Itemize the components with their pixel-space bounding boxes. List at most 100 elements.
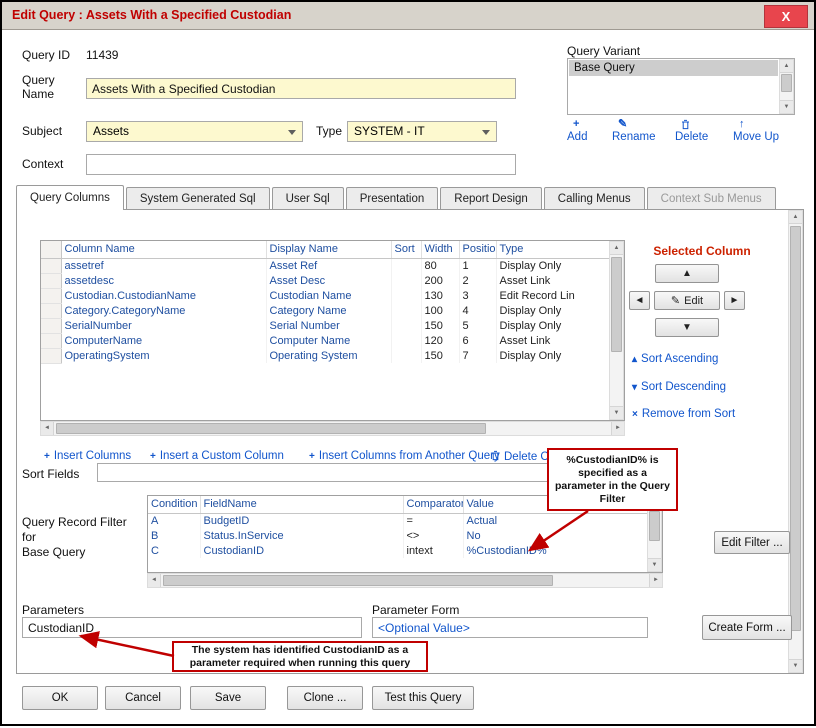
filter-caption-line3: Base Query xyxy=(22,545,85,559)
table-row[interactable]: ABudgetID=Actual xyxy=(148,513,649,528)
edit-filter-button[interactable]: Edit Filter ... xyxy=(714,531,790,554)
move-column-down-button[interactable]: ▼ xyxy=(655,318,719,337)
subject-dropdown[interactable]: Assets xyxy=(86,121,303,142)
clone-button[interactable]: Clone ... xyxy=(287,686,363,710)
grid-cell: Asset Desc xyxy=(266,273,391,288)
content-vscrollbar[interactable]: ▲ ▼ xyxy=(788,210,803,673)
scroll-right-icon[interactable]: ► xyxy=(611,422,624,435)
grid-cell: 80 xyxy=(421,258,459,273)
table-row[interactable]: OperatingSystemOperating System1507Displ… xyxy=(41,348,610,363)
parameters-input[interactable] xyxy=(22,617,362,638)
tab-system-generated-sql[interactable]: System Generated Sql xyxy=(126,187,270,210)
insert-columns-from-query-link[interactable]: + Insert Columns from Another Query xyxy=(309,450,500,462)
delete-variant-label: Delete xyxy=(675,131,708,143)
scroll-left-icon[interactable]: ◄ xyxy=(148,574,161,587)
scroll-thumb[interactable] xyxy=(56,423,486,434)
edit-column-button[interactable]: ✎ Edit xyxy=(654,291,720,310)
table-row[interactable]: BStatus.InService<>No xyxy=(148,528,649,543)
row-selector[interactable] xyxy=(41,273,61,288)
grid-cell: SerialNumber xyxy=(61,318,266,333)
query-name-input[interactable] xyxy=(86,78,516,99)
insert-columns-link[interactable]: + Insert Columns xyxy=(44,450,131,462)
insert-custom-column-label: Insert a Custom Column xyxy=(160,450,284,462)
table-row[interactable]: Category.CategoryNameCategory Name1004Di… xyxy=(41,303,610,318)
scroll-thumb[interactable] xyxy=(649,511,660,541)
test-query-button[interactable]: Test this Query xyxy=(372,686,474,710)
col-header-condition[interactable]: Condition xyxy=(148,496,200,513)
scroll-down-icon[interactable]: ▼ xyxy=(780,100,793,113)
context-input[interactable] xyxy=(86,154,516,175)
close-button[interactable]: X xyxy=(764,5,808,28)
sort-ascending-link[interactable]: ▴ Sort Ascending xyxy=(632,353,718,365)
remove-from-sort-link[interactable]: × Remove from Sort xyxy=(632,408,735,420)
grid-cell: Asset Ref xyxy=(266,258,391,273)
variant-list-scrollbar[interactable]: ▲ ▼ xyxy=(779,59,794,114)
row-selector[interactable] xyxy=(41,258,61,273)
delete-columns-link[interactable]: Delete Co xyxy=(491,450,555,464)
row-selector[interactable] xyxy=(41,348,61,363)
type-dropdown[interactable]: SYSTEM - IT xyxy=(347,121,497,142)
move-column-up-button[interactable]: ▲ xyxy=(655,264,719,283)
col-header-column-name[interactable]: Column Name xyxy=(61,241,266,258)
scroll-thumb[interactable] xyxy=(163,575,553,586)
ok-button[interactable]: OK xyxy=(22,686,98,710)
col-header-type[interactable]: Type xyxy=(496,241,610,258)
filter-grid-hscrollbar[interactable]: ◄ ► xyxy=(147,573,663,588)
col-header-sort[interactable]: Sort xyxy=(391,241,421,258)
move-up-variant-button[interactable]: ↑ Move Up xyxy=(733,119,779,143)
scroll-down-icon[interactable]: ▼ xyxy=(610,406,623,419)
scroll-left-icon[interactable]: ◄ xyxy=(41,422,54,435)
save-button[interactable]: Save xyxy=(190,686,266,710)
delete-variant-button[interactable]: Delete xyxy=(675,119,708,143)
scroll-down-icon[interactable]: ▼ xyxy=(789,659,802,672)
query-columns-rows: assetrefAsset Ref801Display Onlyassetdes… xyxy=(41,258,610,363)
table-row[interactable]: assetdescAsset Desc2002Asset Link xyxy=(41,273,610,288)
tab-user-sql[interactable]: User Sql xyxy=(272,187,344,210)
table-row[interactable]: CCustodianIDintext%CustodianID% xyxy=(148,543,649,558)
scroll-right-icon[interactable]: ► xyxy=(649,574,662,587)
table-row[interactable]: assetrefAsset Ref801Display Only xyxy=(41,258,610,273)
hamburger-menu-icon[interactable] xyxy=(726,9,750,24)
row-selector[interactable] xyxy=(41,318,61,333)
scroll-thumb[interactable] xyxy=(611,257,622,352)
row-selector[interactable] xyxy=(41,303,61,318)
scroll-thumb[interactable] xyxy=(790,226,801,631)
row-selector[interactable] xyxy=(41,288,61,303)
query-variant-listbox[interactable]: Base Query xyxy=(567,58,795,115)
chevron-down-icon xyxy=(288,130,296,135)
col-header-fieldname[interactable]: FieldName xyxy=(200,496,403,513)
columns-grid-hscrollbar[interactable]: ◄ ► xyxy=(40,421,625,436)
row-selector[interactable] xyxy=(41,333,61,348)
tab-presentation[interactable]: Presentation xyxy=(346,187,439,210)
scroll-up-icon[interactable]: ▲ xyxy=(610,242,623,255)
scroll-thumb[interactable] xyxy=(781,74,792,92)
move-column-right-button[interactable]: ► xyxy=(724,291,745,310)
scroll-up-icon[interactable]: ▲ xyxy=(780,60,793,73)
parameter-form-input[interactable] xyxy=(372,617,648,638)
scroll-up-icon[interactable]: ▲ xyxy=(789,211,802,224)
tab-query-columns[interactable]: Query Columns xyxy=(16,185,124,210)
columns-grid-vscrollbar[interactable]: ▲ ▼ xyxy=(609,241,624,420)
plus-icon: + xyxy=(150,451,156,462)
col-header-comparator[interactable]: Comparator xyxy=(403,496,463,513)
table-row[interactable]: SerialNumberSerial Number1505Display Onl… xyxy=(41,318,610,333)
tab-calling-menus[interactable]: Calling Menus xyxy=(544,187,645,210)
rename-variant-button[interactable]: ✎ Rename xyxy=(612,119,655,143)
col-header-position[interactable]: Positio xyxy=(459,241,496,258)
col-header-width[interactable]: Width xyxy=(421,241,459,258)
table-row[interactable]: ComputerNameComputer Name1206Asset Link xyxy=(41,333,610,348)
arrow-up-icon: ↑ xyxy=(739,119,745,131)
table-row[interactable]: Custodian.CustodianNameCustodian Name130… xyxy=(41,288,610,303)
create-form-button[interactable]: Create Form ... xyxy=(702,615,792,640)
scroll-down-icon[interactable]: ▼ xyxy=(648,558,661,571)
col-header-display-name[interactable]: Display Name xyxy=(266,241,391,258)
sort-descending-link[interactable]: ▾ Sort Descending xyxy=(632,381,726,393)
move-column-left-button[interactable]: ◄ xyxy=(629,291,650,310)
insert-custom-column-link[interactable]: + Insert a Custom Column xyxy=(150,450,284,462)
tab-report-design[interactable]: Report Design xyxy=(440,187,542,210)
cancel-button[interactable]: Cancel xyxy=(105,686,181,710)
filter-annotation-note: %CustodianID% is specified as a paramete… xyxy=(547,448,678,511)
grid-cell: Display Only xyxy=(496,258,610,273)
add-variant-button[interactable]: + Add xyxy=(567,119,587,143)
variant-item-base-query[interactable]: Base Query xyxy=(569,60,778,76)
